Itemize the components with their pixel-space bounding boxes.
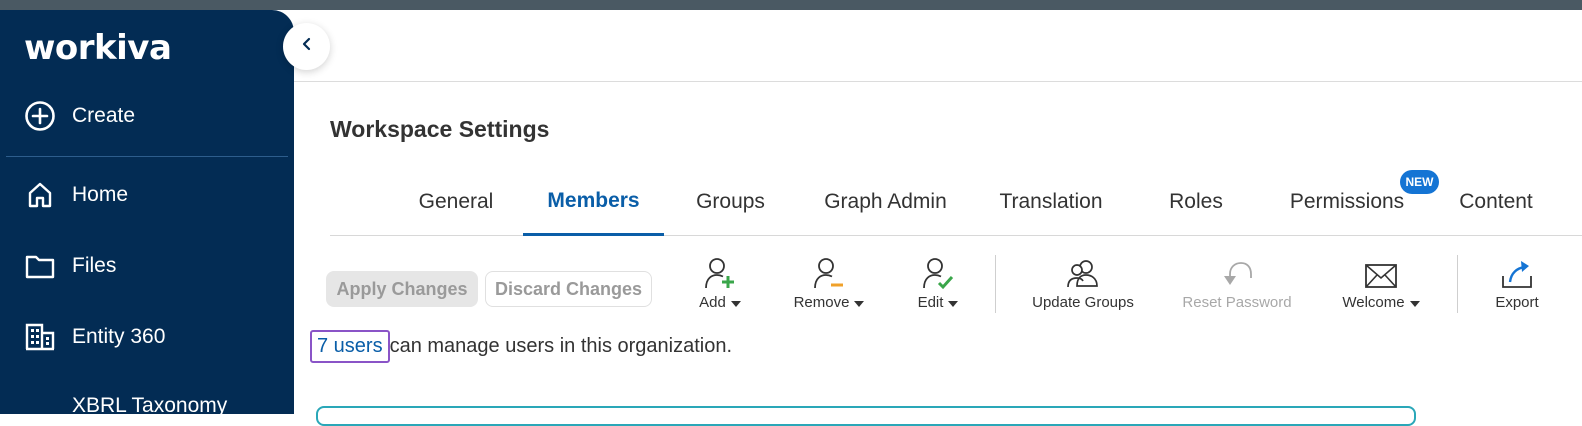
window-top-bar — [0, 0, 1582, 10]
tab-roles[interactable]: Roles — [1154, 168, 1238, 235]
sidebar-item-label: XBRL Taxonomy — [72, 394, 228, 414]
export-icon — [1500, 254, 1534, 290]
create-button[interactable]: Create — [24, 100, 135, 132]
header-divider — [294, 81, 1582, 82]
page-title: Workspace Settings — [330, 116, 550, 142]
new-badge: NEW — [1400, 170, 1439, 194]
apply-changes-button[interactable]: Apply Changes — [326, 271, 478, 307]
tab-general[interactable]: General — [400, 168, 512, 235]
welcome-button[interactable]: Welcome — [1336, 254, 1426, 311]
users-group-icon — [1066, 254, 1100, 290]
tab-groups[interactable]: Groups — [680, 168, 781, 235]
chevron-left-icon — [300, 37, 314, 56]
sidebar-item-label: Entity 360 — [72, 325, 166, 348]
managers-info: 7 users can manage users in this organiz… — [310, 328, 732, 364]
sidebar-item-label: Files — [72, 254, 117, 277]
edit-label: Edit — [917, 294, 944, 311]
tab-members[interactable]: Members — [523, 168, 664, 236]
building-icon — [24, 321, 56, 353]
update-groups-button[interactable]: Update Groups — [1028, 254, 1138, 311]
reset-icon — [1220, 254, 1254, 290]
sidebar-divider — [6, 156, 288, 157]
remove-user-icon — [813, 254, 845, 290]
add-user-button[interactable]: Add — [690, 254, 750, 311]
reset-password-button[interactable]: Reset Password — [1180, 254, 1294, 311]
sidebar-item-label: Home — [72, 183, 129, 206]
sidebar: workiva Create Home Files Entity 360 XBR… — [0, 10, 294, 414]
tab-content[interactable]: Content — [1448, 168, 1544, 235]
edit-user-icon — [922, 254, 954, 290]
sidebar-item-entity-360[interactable]: Entity 360 — [24, 321, 165, 353]
discard-changes-button[interactable]: Discard Changes — [485, 271, 652, 307]
tab-translation[interactable]: Translation — [987, 168, 1115, 235]
sidebar-item-xbrl-taxonomy[interactable]: XBRL Taxonomy — [72, 394, 227, 414]
sidebar-item-files[interactable]: Files — [24, 250, 116, 282]
remove-label: Remove — [793, 294, 850, 311]
sidebar-item-home[interactable]: Home — [24, 179, 128, 211]
users-link[interactable]: 7 users — [310, 329, 390, 363]
settings-tabs: General Members Groups Graph Admin Trans… — [330, 168, 1582, 236]
add-user-icon — [704, 254, 736, 290]
chevron-down-icon — [730, 301, 741, 307]
plus-circle-icon — [24, 100, 56, 132]
reset-password-label: Reset Password — [1182, 294, 1292, 311]
content-panel — [316, 406, 1416, 426]
export-button[interactable]: Export — [1488, 254, 1546, 311]
tab-permissions[interactable]: Permissions — [1280, 168, 1414, 235]
create-label: Create — [72, 104, 136, 127]
chevron-down-icon — [854, 301, 865, 307]
toolbar-separator — [995, 255, 996, 313]
toolbar-separator — [1457, 255, 1458, 313]
folder-icon — [24, 250, 56, 282]
export-label: Export — [1495, 294, 1539, 311]
tab-graph-admin[interactable]: Graph Admin — [808, 168, 963, 235]
workiva-logo[interactable]: workiva — [24, 28, 172, 68]
update-groups-label: Update Groups — [1032, 294, 1134, 311]
info-text: can manage users in this organization. — [389, 334, 733, 357]
home-icon — [24, 179, 56, 211]
collapse-sidebar-button[interactable] — [283, 23, 330, 70]
add-label: Add — [699, 294, 726, 311]
remove-user-button[interactable]: Remove — [788, 254, 870, 311]
chevron-down-icon — [948, 301, 959, 307]
edit-user-button[interactable]: Edit — [908, 254, 968, 311]
welcome-label: Welcome — [1342, 294, 1405, 311]
envelope-icon — [1364, 254, 1398, 290]
chevron-down-icon — [1409, 301, 1420, 307]
